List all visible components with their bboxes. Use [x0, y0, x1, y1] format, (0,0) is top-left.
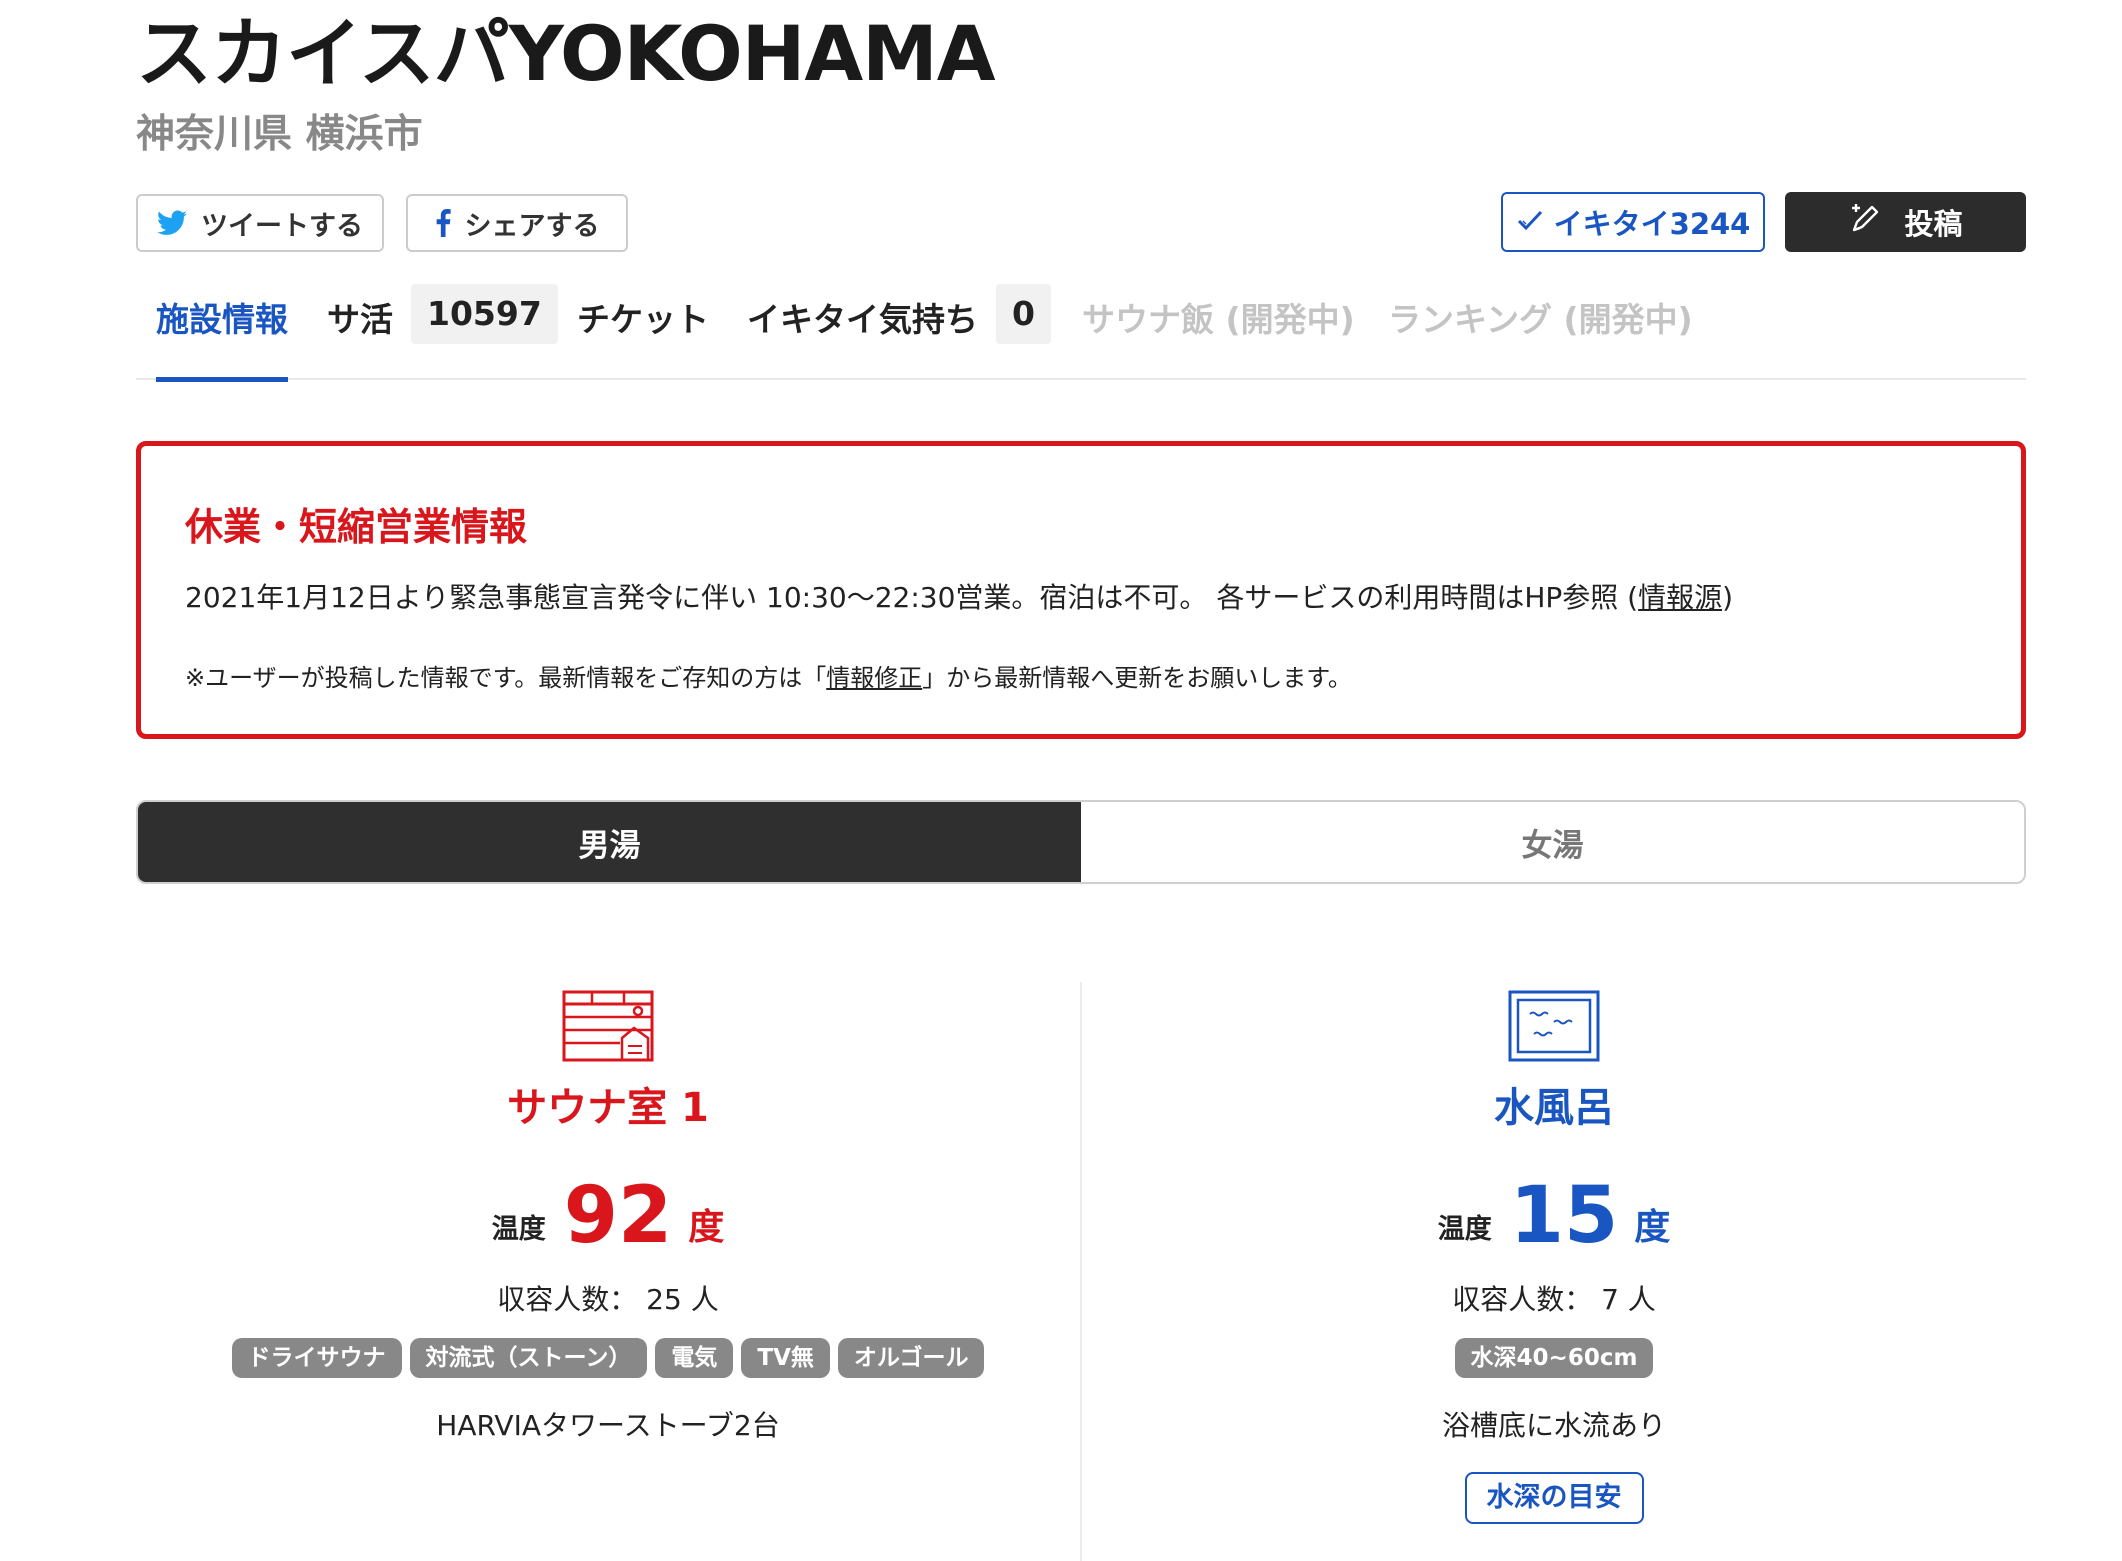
sakatsu-count: 10597: [411, 284, 558, 344]
tweet-label: ツイートする: [201, 210, 363, 242]
water-bath-name: 水風呂: [1494, 1085, 1614, 1131]
ikitai-button[interactable]: イキタイ3244: [1501, 192, 1765, 252]
tab-facility-info-label: 施設情報: [156, 300, 288, 339]
tab-sakatsu-label: サ活: [327, 300, 393, 339]
facility-name: スカイスパYOKOHAMA: [136, 9, 996, 98]
tab-men-bath[interactable]: 男湯: [138, 802, 1081, 882]
tab-ticket[interactable]: チケット: [577, 284, 709, 380]
water-temp-value: 15: [1509, 1171, 1619, 1261]
tab-ticket-label: チケット: [577, 300, 709, 339]
notice-note: ※ユーザーが投稿した情報です。最新情報をご存知の方は「情報修正」から最新情報へ更…: [185, 658, 1352, 693]
notice-body: 2021年1月12日より緊急事態宣言発令に伴い 10:30〜22:30営業。宿泊…: [185, 576, 1733, 616]
notice-body-end: ): [1722, 581, 1734, 614]
tweet-button[interactable]: ツイートする: [136, 194, 384, 252]
check-icon: [1516, 205, 1544, 239]
water-depth-guide-button[interactable]: 水深の目安: [1464, 1472, 1644, 1524]
facility-location: 神奈川県 横浜市: [136, 112, 423, 157]
tab-ikitai-label: イキタイ気持ち: [747, 300, 978, 339]
sauna-room-card: サウナ室 1 温度 92 度 収容人数： 25 人 ドライサウナ 対流式（ストー…: [136, 990, 1080, 1446]
ikitai-count: 0: [996, 284, 1051, 344]
notice-note-start: ※ユーザーが投稿した情報です。最新情報をご存知の方は「: [185, 664, 827, 692]
tab-ranking-label: ランキング (開発中): [1388, 300, 1693, 339]
water-temperature: 温度 15 度: [1082, 1170, 2026, 1256]
sauna-tag: 対流式（ストーン）: [409, 1338, 648, 1378]
sauna-room-icon: [136, 990, 1080, 1062]
sauna-tag: 電気: [655, 1338, 734, 1378]
tab-sakatsu[interactable]: サ活 10597: [327, 284, 558, 380]
sauna-temp-value: 92: [563, 1171, 673, 1261]
sauna-tag: オルゴール: [837, 1338, 985, 1378]
tab-women-bath[interactable]: 女湯: [1081, 802, 2024, 882]
sauna-temp-unit: 度: [688, 1207, 725, 1248]
sauna-tags: ドライサウナ 対流式（ストーン） 電気 TV無 オルゴール: [136, 1338, 1080, 1378]
water-bath-card: 水風呂 温度 15 度 収容人数： 7 人 水深40~60cm 浴槽底に水流あり…: [1082, 990, 2026, 1524]
post-label: 投稿: [1904, 207, 1963, 241]
sauna-tag: TV無: [741, 1338, 830, 1378]
water-capacity: 収容人数： 7 人: [1452, 1283, 1656, 1316]
edit-info-link[interactable]: 情報修正: [826, 664, 922, 692]
tab-sauna-meal[interactable]: サウナ飯 (開発中): [1082, 284, 1355, 380]
sauna-tag: ドライサウナ: [231, 1338, 402, 1378]
closure-notice: 休業・短縮営業情報 2021年1月12日より緊急事態宣言発令に伴い 10:30〜…: [136, 441, 2026, 739]
water-tags: 水深40~60cm: [1082, 1338, 2026, 1378]
post-button[interactable]: 投稿: [1785, 192, 2026, 252]
notice-note-end: 」から最新情報へ更新をお願いします。: [922, 664, 1352, 692]
sauna-temp-label: 温度: [491, 1214, 546, 1245]
sauna-temperature: 温度 92 度: [136, 1170, 1080, 1256]
twitter-icon: [157, 210, 187, 236]
facebook-icon: [435, 209, 451, 237]
tab-ikitai[interactable]: イキタイ気持ち 0: [747, 284, 1051, 380]
tab-ranking[interactable]: ランキング (開発中): [1388, 284, 1693, 380]
water-description: 浴槽底に水流あり: [1441, 1409, 1666, 1442]
ikitai-label: イキタイ3244: [1553, 207, 1751, 241]
notice-body-text: 2021年1月12日より緊急事態宣言発令に伴い 10:30〜22:30営業。宿泊…: [185, 581, 1639, 614]
facebook-share-label: シェアする: [464, 210, 600, 242]
source-link[interactable]: 情報源: [1638, 581, 1722, 614]
tab-sauna-meal-label: サウナ飯 (開発中): [1082, 300, 1355, 339]
water-bath-icon: [1082, 990, 2026, 1062]
facebook-share-button[interactable]: シェアする: [406, 194, 628, 252]
water-temp-unit: 度: [1634, 1207, 1671, 1248]
notice-title: 休業・短縮営業情報: [185, 505, 528, 549]
water-tag: 水深40~60cm: [1454, 1338, 1654, 1378]
gender-toggle: 男湯 女湯: [136, 800, 2026, 884]
pen-icon: [1848, 202, 1882, 243]
sauna-description: HARVIAタワーストーブ2台: [436, 1409, 780, 1442]
sauna-capacity: 収容人数： 25 人: [497, 1283, 719, 1316]
sauna-room-name: サウナ室 1: [507, 1085, 709, 1131]
tab-facility-info[interactable]: 施設情報: [156, 284, 288, 382]
water-temp-label: 温度: [1437, 1214, 1492, 1245]
facility-tabs: 施設情報 サ活 10597 チケット イキタイ気持ち 0 サウナ飯 (開発中) …: [136, 284, 2026, 382]
